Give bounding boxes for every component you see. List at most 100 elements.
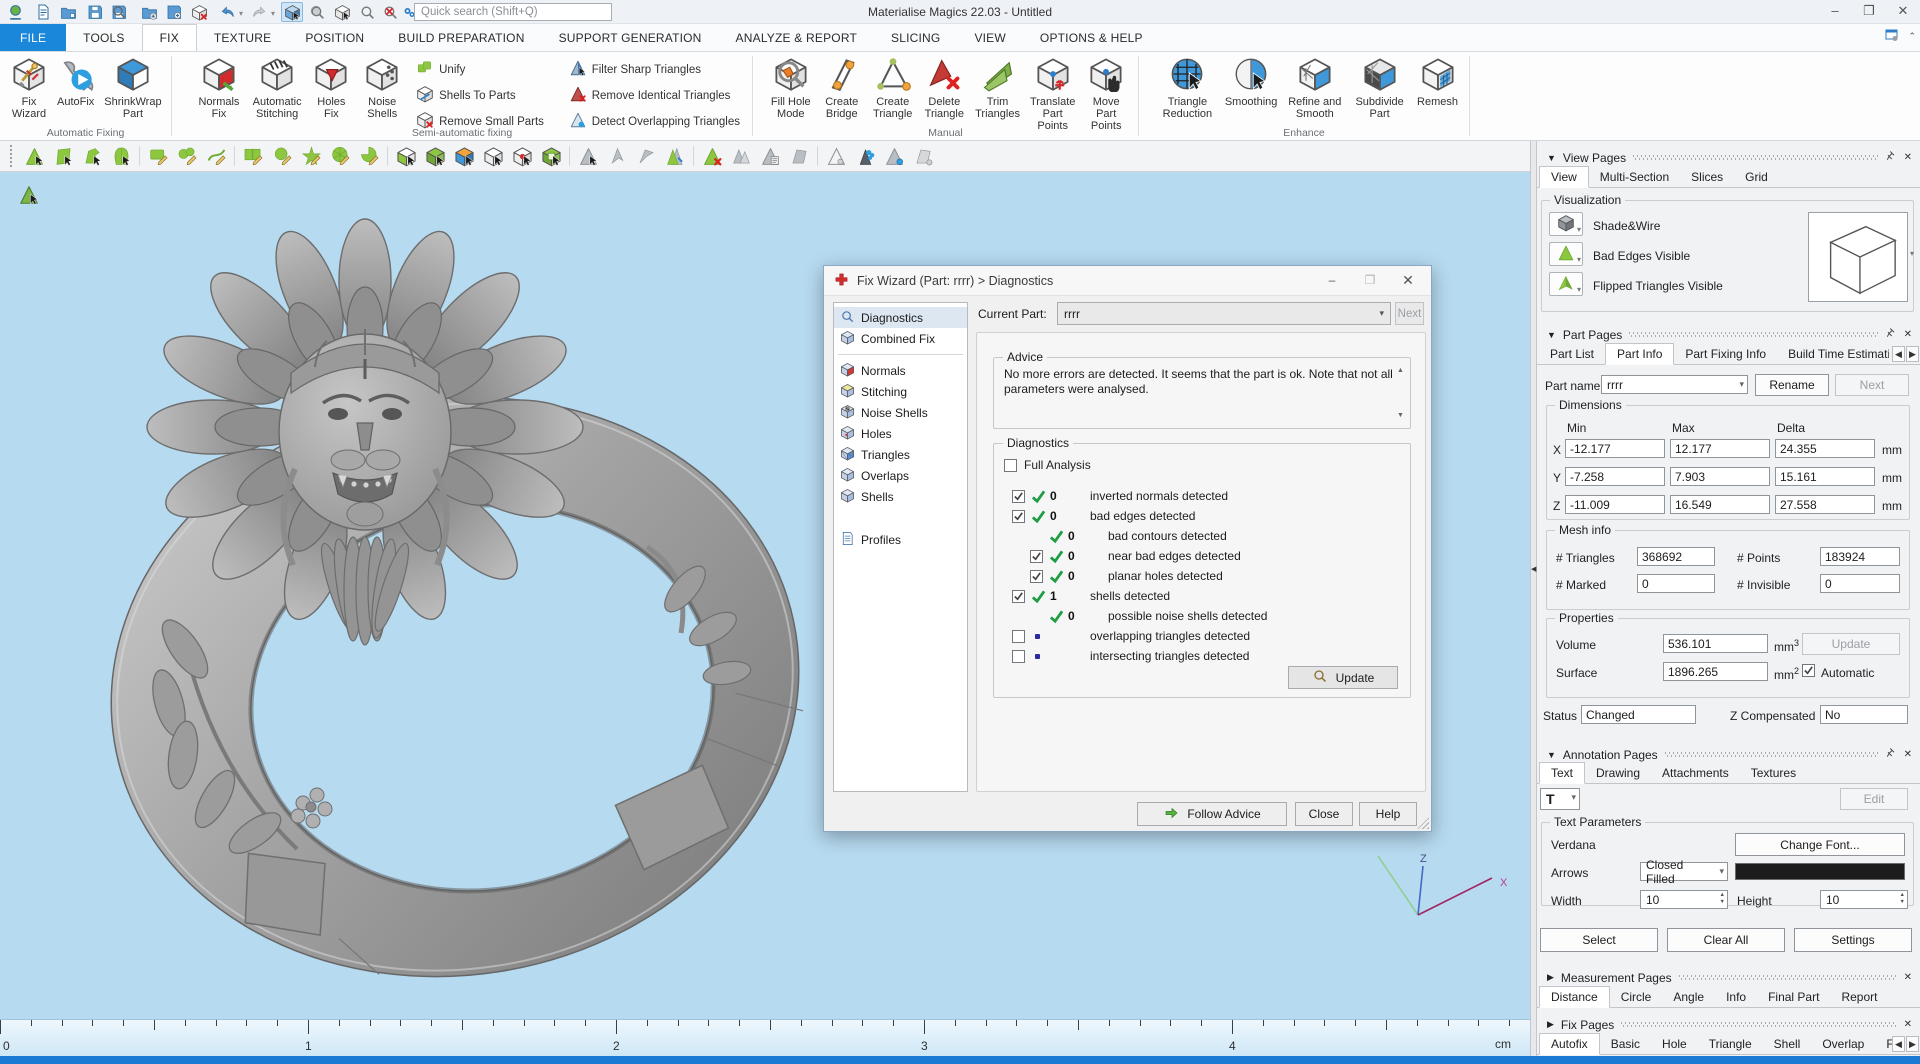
tab-overlap[interactable]: Overlap [1811, 1034, 1875, 1054]
annotation-pages-close-icon[interactable]: ✕ [1904, 749, 1912, 760]
ribbon-delete-triangle-button[interactable]: Delete Triangle [919, 55, 971, 121]
tab-grid[interactable]: Grid [1734, 167, 1779, 187]
tab-final-part[interactable]: Final Part [1757, 987, 1830, 1007]
menu-file[interactable]: FILE [0, 24, 66, 51]
volume-field[interactable]: 536.101 [1663, 634, 1768, 653]
tab-build-time-estimation[interactable]: Build Time Estimation [1777, 344, 1889, 364]
diagnostic-row[interactable]: 0bad contours detected [1030, 526, 1400, 546]
unmark-stack-icon[interactable] [664, 145, 686, 167]
tab-truncated[interactable]: F [1875, 1034, 1893, 1054]
view-pages-pin-icon[interactable] [1885, 150, 1897, 165]
menu-view[interactable]: VIEW [957, 24, 1022, 51]
sidebar-item-combined-fix[interactable]: Combined Fix [834, 328, 967, 349]
tri-ball-icon[interactable] [883, 145, 905, 167]
menu-texture[interactable]: TEXTURE [197, 24, 288, 51]
menu-position[interactable]: POSITION [288, 24, 381, 51]
ribbon-triangle-reduction-button[interactable]: Triangle Reduction [1155, 55, 1220, 121]
ribbon-fill-hole-mode-button[interactable]: Fill Hole Mode [765, 55, 817, 121]
follow-advice-button[interactable]: Follow Advice [1137, 802, 1287, 826]
tab-angle[interactable]: Angle [1662, 987, 1715, 1007]
change-font-button[interactable]: Change Font... [1735, 833, 1905, 856]
current-part-dropdown[interactable]: rrrr▾ [1057, 302, 1391, 325]
ribbon-subdivide-part-button[interactable]: Subdivide Part [1347, 55, 1412, 121]
mark-freeform-icon[interactable] [176, 145, 198, 167]
sidebar-item-shells[interactable]: Shells [834, 486, 967, 507]
diagnostic-row[interactable]: 0inverted normals detected [1012, 486, 1400, 506]
dialog-resize-grip[interactable] [1417, 817, 1429, 829]
flipped-triangles-button[interactable]: ▾ [1549, 272, 1583, 296]
full-analysis-row[interactable]: Full Analysis [1004, 458, 1091, 472]
shade-wire-button[interactable]: ▾ [1549, 212, 1583, 236]
clear-all-button[interactable]: Clear All [1667, 928, 1785, 952]
fix-tabs-scroll-left-icon[interactable]: ◀ [1892, 1036, 1905, 1052]
tab-text[interactable]: Text [1539, 762, 1585, 784]
tab-view[interactable]: View [1539, 166, 1589, 188]
annotation-pages-collapse-icon[interactable]: ▼ [1547, 750, 1556, 760]
ribbon-autofix-button[interactable]: AutoFix [52, 55, 99, 109]
bad-edges-visible-button[interactable]: ▾ [1549, 242, 1583, 266]
select-white-cube-icon[interactable] [482, 145, 504, 167]
z-min-field[interactable]: -11.009 [1565, 495, 1665, 514]
text-tool-dropdown[interactable]: T▾ [1540, 788, 1580, 810]
ribbon-remove-identical-triangles-button[interactable]: Remove Identical Triangles [569, 85, 740, 106]
sidebar-item-diagnostics[interactable]: Diagnostics [834, 307, 967, 328]
customize-window-icon[interactable] [1884, 27, 1900, 46]
orientation-cube-preview[interactable] [1808, 212, 1908, 302]
invisible-field[interactable]: 0 [1820, 574, 1900, 593]
marked-field[interactable]: 0 [1637, 574, 1715, 593]
menu-build-preparation[interactable]: BUILD PREPARATION [381, 24, 541, 51]
fix-pages-header[interactable]: ▶ Fix Pages ✕ [1537, 1015, 1920, 1034]
part-pages-collapse-icon[interactable]: ▼ [1547, 330, 1556, 340]
ribbon-shrinkwrap-button[interactable]: ShrinkWrap Part [99, 55, 166, 121]
points-field[interactable]: 183924 [1820, 547, 1900, 566]
ribbon-trim-triangles-button[interactable]: Trim Triangles [970, 55, 1025, 121]
select-box-cube-icon[interactable] [540, 145, 562, 167]
z-max-field[interactable]: 16.549 [1670, 495, 1770, 514]
window-close-button[interactable]: ✕ [1886, 0, 1920, 24]
cube-preview-dropdown-icon[interactable]: ▾ [1910, 249, 1914, 258]
ribbon-move-part-points-button[interactable]: Move Part Points [1080, 55, 1132, 133]
diagnostic-row[interactable]: 0planar holes detected [1030, 566, 1400, 586]
part-name-dropdown[interactable]: rrrr▾ [1601, 375, 1748, 394]
tab-part-info[interactable]: Part Info [1605, 343, 1674, 365]
width-stepper[interactable]: 10▲▼ [1640, 890, 1728, 909]
zoom-in-icon[interactable] [356, 2, 378, 22]
tab-shell[interactable]: Shell [1763, 1034, 1812, 1054]
tabs-scroll-right-icon[interactable]: ▶ [1906, 346, 1919, 362]
y-min-field[interactable]: -7.258 [1565, 467, 1665, 486]
x-delta-field[interactable]: 24.355 [1775, 439, 1875, 458]
mark-lasso-icon[interactable] [271, 145, 293, 167]
measurement-pages-collapse-icon[interactable]: ▶ [1547, 972, 1554, 983]
tab-attachments[interactable]: Attachments [1651, 763, 1740, 783]
dialog-maximize-button[interactable]: ❐ [1351, 266, 1389, 295]
quad-marked-icon[interactable] [788, 145, 810, 167]
ribbon-translate-part-points-button[interactable]: Translate Part Points [1025, 55, 1080, 133]
rename-button[interactable]: Rename [1755, 374, 1829, 396]
view-pages-close-icon[interactable]: ✕ [1904, 152, 1912, 163]
advice-scroll-up-icon[interactable]: ▲ [1394, 364, 1407, 377]
height-stepper[interactable]: 10▲▼ [1820, 890, 1908, 909]
mark-star-icon[interactable] [300, 145, 322, 167]
update-button[interactable]: Update [1288, 666, 1398, 689]
arrow-color-swatch[interactable] [1735, 863, 1905, 880]
mark-shell-icon[interactable] [110, 145, 132, 167]
delete-part-icon[interactable] [188, 2, 210, 22]
diagnostic-row[interactable]: 0bad edges detected [1012, 506, 1400, 526]
sidebar-item-triangles[interactable]: Triangles [834, 444, 967, 465]
sidebar-item-noise-shells[interactable]: Noise Shells [834, 402, 967, 423]
tab-circle[interactable]: Circle [1610, 987, 1663, 1007]
mark-window-icon[interactable] [242, 145, 264, 167]
z-delta-field[interactable]: 27.558 [1775, 495, 1875, 514]
ribbon-normals-fix-button[interactable]: Normals Fix [192, 55, 246, 121]
menu-tools[interactable]: TOOLS [66, 24, 141, 51]
menu-support-generation[interactable]: SUPPORT GENERATION [542, 24, 719, 51]
mark-curve-icon[interactable] [205, 145, 227, 167]
diagnostic-row[interactable]: 1shells detected [1012, 586, 1400, 606]
triangles-field[interactable]: 368692 [1637, 547, 1715, 566]
quad-ball-icon[interactable] [912, 145, 934, 167]
splitter-collapse-icon[interactable]: ◀ [1531, 565, 1536, 573]
tab-multi-section[interactable]: Multi-Section [1589, 167, 1680, 187]
ribbon-refine-smooth-button[interactable]: Refine and Smooth [1282, 55, 1347, 121]
sidebar-item-stitching[interactable]: Stitching [834, 381, 967, 402]
measurement-pages-header[interactable]: ▶ Measurement Pages ✕ [1537, 968, 1920, 987]
